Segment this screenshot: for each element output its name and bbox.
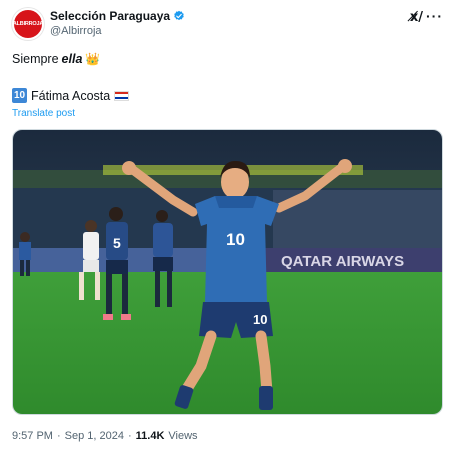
post-text-line-1: Siempre ella 👑 (12, 52, 100, 66)
jersey-number: 10 (226, 230, 245, 249)
post-meta: 9:57 PM · Sep 1, 2024 · 11.4K Views (12, 430, 198, 442)
verified-badge-icon (174, 10, 184, 21)
meta-separator: · (56, 430, 61, 442)
post-text-line-2: 10 Fátima Acosta (12, 88, 130, 103)
post-photo[interactable]: QATAR AIRWAYS 5 10 10 (12, 129, 443, 415)
author-names: Selección Paraguaya @Albirroja (50, 9, 185, 37)
handle[interactable]: @Albirroja (50, 25, 185, 37)
photo-scene: QATAR AIRWAYS 5 10 10 (13, 130, 442, 414)
post-date[interactable]: Sep 1, 2024 (65, 430, 124, 442)
paraguay-flag-icon (114, 90, 130, 101)
translate-post-link[interactable]: Translate post (12, 108, 75, 119)
post-text-emphasis: ella (61, 52, 83, 66)
crown-icon: 👑 (85, 52, 101, 66)
avatar[interactable]: ALBIRROJA (12, 8, 44, 40)
teammate-number: 5 (113, 235, 121, 251)
display-name[interactable]: Selección Paraguaya (50, 9, 170, 23)
avatar-label: ALBIRROJA (12, 21, 44, 27)
meta-separator: · (127, 430, 132, 442)
post-time[interactable]: 9:57 PM (12, 430, 53, 442)
views-count[interactable]: 11.4K (136, 430, 165, 442)
player-name: Fátima Acosta (31, 88, 111, 103)
shorts-number: 10 (253, 312, 267, 327)
grok-icon[interactable]: x̸/ (410, 10, 423, 25)
post-text-prefix: Siempre (12, 52, 59, 66)
number-badge: 10 (12, 88, 27, 103)
banner-text: QATAR AIRWAYS (281, 253, 404, 270)
views-label: Views (168, 430, 198, 442)
post-header: ALBIRROJA Selección Paraguaya @Albirroja… (12, 8, 445, 40)
more-icon[interactable]: ··· (426, 8, 443, 24)
display-name-row: Selección Paraguaya (50, 9, 185, 23)
